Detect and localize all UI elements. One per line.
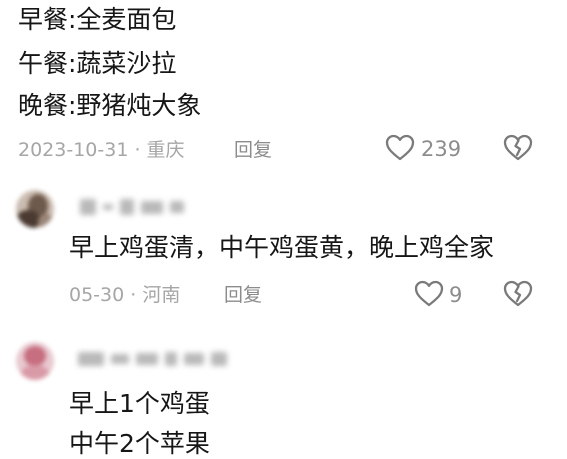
comment1-line-1: 早餐:全麦面包 <box>18 5 177 34</box>
comment1-meta: 2023-10-31 · 重庆 <box>18 139 185 161</box>
heart-outline-icon <box>385 134 415 162</box>
comment2-like-button[interactable] <box>414 280 444 308</box>
comment1-reply-button[interactable]: 回复 <box>234 138 272 162</box>
heart-outline-icon <box>414 280 444 308</box>
comment3-line-1: 早上1个鸡蛋 <box>69 389 210 418</box>
broken-heart-icon <box>503 280 533 308</box>
comment2-meta: 05-30 · 河南 <box>69 284 181 306</box>
broken-heart-icon <box>503 134 533 162</box>
comment3-username[interactable] <box>78 352 227 366</box>
comment2-dislike-button[interactable] <box>503 280 533 308</box>
comment1-line-3: 晚餐:野猪炖大象 <box>18 91 202 120</box>
comment1-like-button[interactable] <box>385 134 415 162</box>
comment2-text: 早上鸡蛋清，中午鸡蛋黄，晚上鸡全家 <box>69 233 495 262</box>
comment2-avatar[interactable] <box>16 190 54 228</box>
comment3-line-2: 中午2个苹果 <box>69 429 210 458</box>
comment3-avatar[interactable] <box>16 342 54 380</box>
comment2-username[interactable] <box>80 199 184 215</box>
comment1-line-2: 午餐:蔬菜沙拉 <box>18 49 177 78</box>
comment2-reply-button[interactable]: 回复 <box>224 283 262 307</box>
comment1-dislike-button[interactable] <box>503 134 533 162</box>
comment1-like-count: 239 <box>421 137 462 161</box>
comment2-like-count: 9 <box>449 283 463 307</box>
